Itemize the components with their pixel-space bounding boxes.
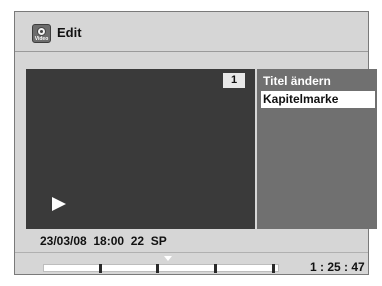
- video-preview: 1: [26, 69, 255, 229]
- playback-position-marker: [164, 256, 172, 261]
- chapter-mark: [99, 264, 102, 273]
- chapter-mark: [272, 264, 275, 273]
- chapter-mark: [214, 264, 217, 273]
- chapter-number-badge: 1: [223, 73, 245, 88]
- disc-graphic: [37, 27, 46, 36]
- elapsed-time: 1 : 25 : 47: [310, 260, 365, 274]
- recording-info: 23/03/08 18:00 22 SP: [40, 234, 167, 248]
- chapter-mark: [156, 264, 159, 273]
- chapter-timeline-bar[interactable]: [43, 256, 279, 273]
- video-icon-caption: Video: [34, 36, 49, 42]
- page-title: Edit: [57, 25, 82, 40]
- menu-item-titel-aendern[interactable]: Titel ändern: [261, 73, 375, 90]
- title-bar: Video Edit: [15, 12, 368, 52]
- edit-menu: Titel ändern Kapitelmarke: [257, 69, 377, 229]
- play-icon: [52, 197, 66, 211]
- video-disc-icon: Video: [32, 24, 51, 43]
- timeline-divider: [15, 252, 368, 253]
- menu-item-kapitelmarke[interactable]: Kapitelmarke: [261, 91, 375, 108]
- edit-window: Video Edit 1 Titel ändern Kapitelmarke 2…: [14, 11, 377, 275]
